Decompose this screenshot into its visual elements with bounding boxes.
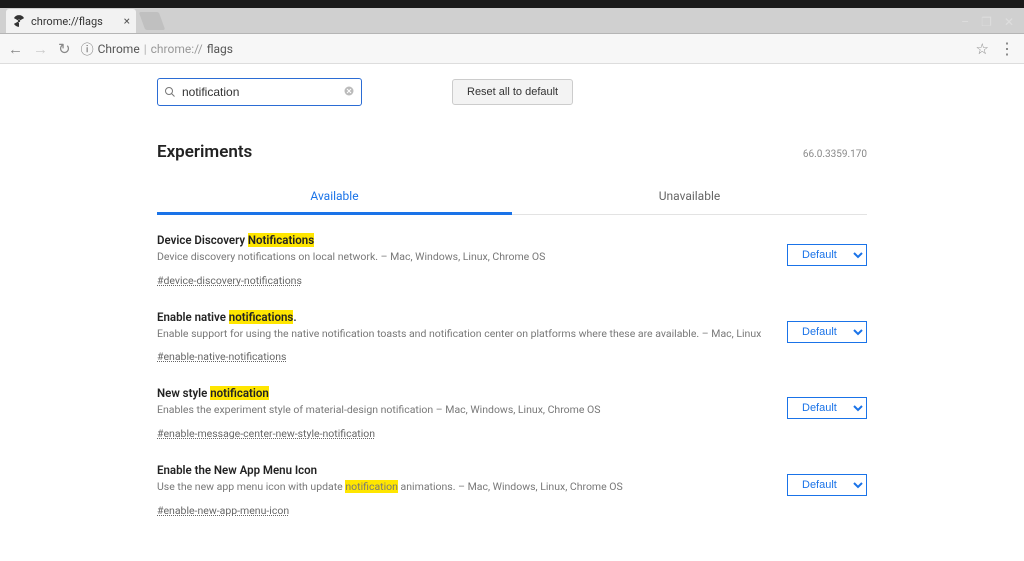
experiment-title: Device Discovery Notifications bbox=[157, 233, 767, 247]
experiment-title: New style notification bbox=[157, 386, 767, 400]
clear-search-icon[interactable] bbox=[343, 85, 355, 100]
secure-label: Chrome bbox=[98, 42, 140, 56]
search-input[interactable] bbox=[182, 85, 337, 99]
experiment-description: Enables the experiment style of material… bbox=[157, 403, 767, 418]
experiment-description: Enable support for using the native noti… bbox=[157, 327, 767, 342]
experiment-row: Enable the New App Menu Icon Use the new … bbox=[157, 445, 867, 522]
url-path: flags bbox=[207, 42, 233, 56]
experiment-state-select[interactable]: Default bbox=[787, 397, 867, 419]
search-icon bbox=[164, 86, 176, 98]
back-button[interactable]: ← bbox=[8, 40, 23, 58]
forward-button[interactable]: → bbox=[33, 40, 48, 58]
experiment-anchor-link[interactable]: #enable-native-notifications bbox=[157, 350, 286, 363]
bookmark-star-icon[interactable]: ☆ bbox=[976, 40, 989, 58]
close-tab-icon[interactable]: × bbox=[124, 14, 130, 28]
experiment-anchor-link[interactable]: #enable-new-app-menu-icon bbox=[157, 504, 289, 517]
search-box[interactable] bbox=[157, 78, 362, 106]
experiment-title: Enable the New App Menu Icon bbox=[157, 463, 767, 477]
page-body: Reset all to default Experiments 66.0.33… bbox=[0, 64, 1024, 561]
address-bar[interactable]: ⓘ Chrome | chrome://flags bbox=[81, 39, 966, 58]
browser-tab[interactable]: chrome://flags × bbox=[6, 9, 136, 33]
reload-button[interactable]: ↻ bbox=[58, 40, 71, 58]
experiment-state-select[interactable]: Default bbox=[787, 244, 867, 266]
experiment-row: New style notification Enables the experi… bbox=[157, 368, 867, 445]
version-label: 66.0.3359.170 bbox=[803, 149, 867, 160]
tab-title: chrome://flags bbox=[31, 15, 103, 28]
experiment-description: Use the new app menu icon with update no… bbox=[157, 480, 767, 495]
experiment-state-select[interactable]: Default bbox=[787, 321, 867, 343]
new-tab-button[interactable] bbox=[139, 12, 166, 30]
highlight: notifications bbox=[229, 310, 294, 324]
experiment-description: Device discovery notifications on local … bbox=[157, 250, 767, 265]
experiment-tabs: Available Unavailable bbox=[157, 180, 867, 215]
highlight: notification bbox=[210, 386, 269, 400]
url-prefix: chrome:// bbox=[151, 42, 203, 56]
tab-strip: chrome://flags × – ❐ ✕ bbox=[0, 8, 1024, 34]
site-info-icon[interactable]: ⓘ bbox=[81, 39, 94, 58]
tab-available[interactable]: Available bbox=[157, 180, 512, 215]
experiment-row: Device Discovery Notifications Device dis… bbox=[157, 215, 867, 292]
close-window-button[interactable]: ✕ bbox=[1004, 15, 1014, 29]
page-title: Experiments bbox=[157, 142, 252, 162]
experiment-title: Enable native notifications. bbox=[157, 310, 767, 324]
radiation-icon bbox=[12, 14, 26, 28]
tab-unavailable[interactable]: Unavailable bbox=[512, 180, 867, 214]
browser-menu-button[interactable]: ⋮ bbox=[999, 39, 1016, 58]
experiment-anchor-link[interactable]: #enable-message-center-new-style-notific… bbox=[157, 427, 375, 440]
experiment-row: Enable native notifications. Enable suppo… bbox=[157, 292, 867, 369]
browser-toolbar: ← → ↻ ⓘ Chrome | chrome://flags ☆ ⋮ bbox=[0, 34, 1024, 64]
highlight: Notifications bbox=[248, 233, 314, 247]
experiment-anchor-link[interactable]: #device-discovery-notifications bbox=[157, 274, 302, 287]
minimize-button[interactable]: – bbox=[961, 15, 969, 29]
reset-all-button[interactable]: Reset all to default bbox=[452, 79, 573, 105]
highlight: notification bbox=[345, 480, 398, 493]
maximize-button[interactable]: ❐ bbox=[981, 15, 992, 29]
experiment-state-select[interactable]: Default bbox=[787, 474, 867, 496]
